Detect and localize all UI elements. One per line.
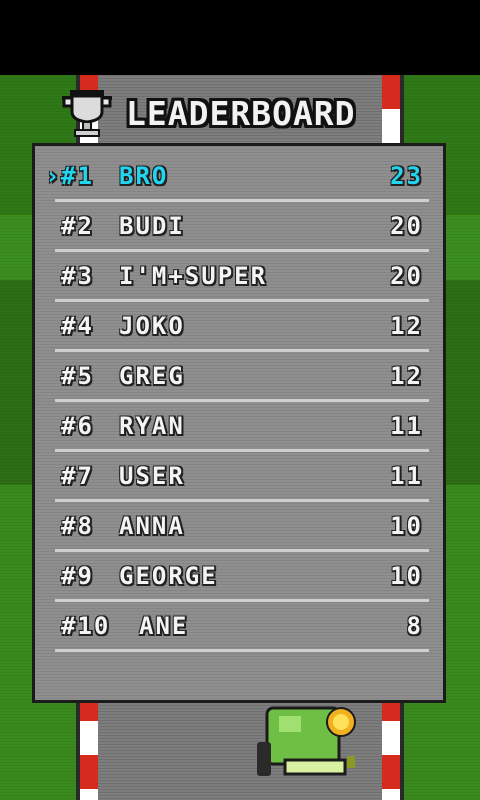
trophy-icon [62, 90, 112, 137]
rank: #5 [61, 362, 94, 390]
score: 10 [390, 562, 423, 590]
score: 12 [390, 312, 423, 340]
score: 23 [390, 162, 423, 190]
player-name: BUDI [119, 212, 185, 240]
leaderboard-row-5: #5 GREG 12 [55, 352, 429, 402]
leaderboard-row-6: #6 RYAN 11 [55, 402, 429, 452]
leaderboard-row-4: #4 JOKO 12 [55, 302, 429, 352]
player-name: ANE [139, 612, 189, 640]
pointer-icon: › [45, 162, 62, 190]
score: 8 [406, 612, 423, 640]
leaderboard-row-8: #8 ANNA 10 [55, 502, 429, 552]
top-bar [0, 0, 480, 75]
leaderboard-row-9: #9 GEORGE 10 [55, 552, 429, 602]
rank: #1 [61, 162, 94, 190]
player-name: ANNA [119, 512, 185, 540]
player-name: GEORGE [119, 562, 218, 590]
leaderboard-row-3: #3 I'M+SUPER 20 [55, 252, 429, 302]
score: 20 [390, 262, 423, 290]
leaderboard-header: LEADERBOARD [58, 88, 428, 138]
score: 12 [390, 362, 423, 390]
rank: #2 [61, 212, 94, 240]
leaderboard-row-10: #10 ANE 8 [55, 602, 429, 652]
rank: #4 [61, 312, 94, 340]
kart-sprite [257, 706, 356, 776]
score: 10 [390, 512, 423, 540]
rank: #6 [61, 412, 94, 440]
player-name: USER [119, 462, 185, 490]
player-name: JOKO [119, 312, 185, 340]
rank: #9 [61, 562, 94, 590]
player-name: I'M+SUPER [119, 262, 268, 290]
rank: #8 [61, 512, 94, 540]
rank: #10 [61, 612, 111, 640]
player-name: RYAN [119, 412, 185, 440]
leaderboard-row-2: #2 BUDI 20 [55, 202, 429, 252]
leaderboard-panel: › #1 BRO 23 #2 BUDI 20 #3 I'M+SUPER 20 #… [32, 143, 446, 703]
score: 11 [390, 462, 423, 490]
score: 20 [390, 212, 423, 240]
page-title: LEADERBOARD [126, 94, 356, 133]
player-name: GREG [119, 362, 185, 390]
leaderboard-row-7: #7 USER 11 [55, 452, 429, 502]
leaderboard-list: › #1 BRO 23 #2 BUDI 20 #3 I'M+SUPER 20 #… [45, 152, 429, 652]
score: 11 [390, 412, 423, 440]
rank: #7 [61, 462, 94, 490]
rank: #3 [61, 262, 94, 290]
player-name: BRO [119, 162, 169, 190]
leaderboard-row-1: › #1 BRO 23 [45, 152, 429, 202]
